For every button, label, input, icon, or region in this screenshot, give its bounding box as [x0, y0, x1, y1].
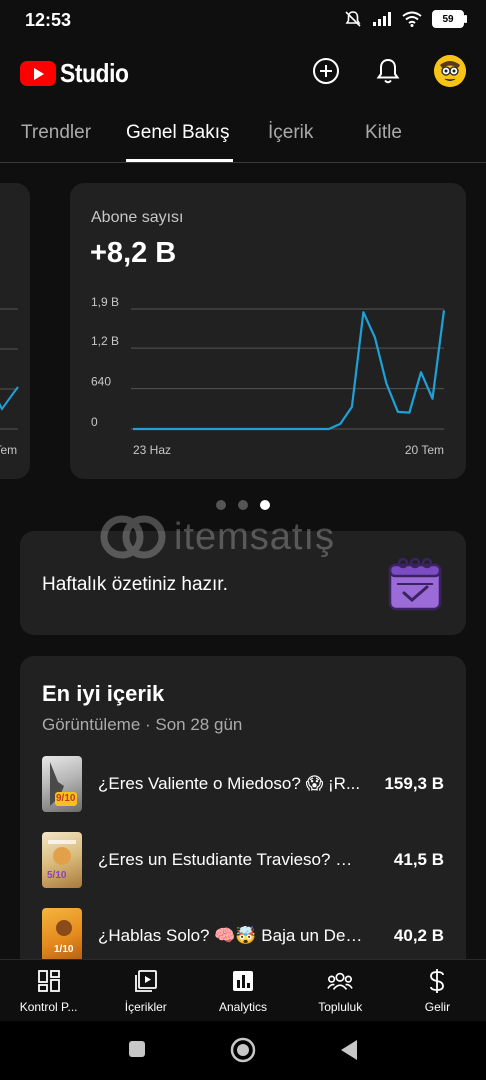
x-tick-label-start: 23 Haz	[133, 443, 171, 457]
nav-content[interactable]: İçerikler	[97, 960, 194, 1022]
subscribers-series-line	[133, 310, 446, 431]
video-thumbnail: 5/10	[42, 832, 82, 888]
carousel-dot[interactable]	[238, 500, 248, 510]
subscribers-line-chart: 0 640 1,2 B 1,9 B 23 Haz 20 Tem	[91, 295, 446, 457]
thumbnail-score: 9/10	[56, 793, 76, 804]
carousel-indicator	[0, 500, 486, 510]
muted-bell-icon	[345, 11, 361, 27]
analytics-icon	[233, 971, 253, 991]
recent-apps-icon[interactable]	[128, 1040, 146, 1058]
tab-overview[interactable]: Genel Bakış	[126, 122, 230, 144]
content-item-title: ¿Eres un Estudiante Travieso? 😁 ...	[98, 850, 368, 869]
community-icon	[327, 972, 353, 990]
nav-label: İçerikler	[124, 1000, 167, 1014]
tab-trends[interactable]: Trendler	[21, 122, 91, 144]
avatar-image-icon	[434, 55, 466, 87]
add-circle-icon	[313, 58, 339, 84]
create-button[interactable]	[310, 55, 342, 87]
app-name: Studio	[60, 58, 129, 88]
watermark-text: itemsatış	[174, 515, 336, 558]
content-item-title: ¿Eres Valiente o Miedoso? 😱 ¡R...	[98, 774, 361, 793]
wifi-icon	[402, 11, 422, 27]
content-item[interactable]: 9/10 ¿Eres Valiente o Miedoso? 😱 ¡R... 1…	[42, 756, 444, 812]
active-tab-indicator	[126, 159, 233, 162]
nav-analytics[interactable]: Analytics	[194, 960, 291, 1022]
previous-chart: 20 Tem	[0, 308, 19, 457]
tab-content[interactable]: İçerik	[268, 122, 313, 144]
top-content-title: En iyi içerik	[42, 681, 165, 706]
video-thumbnail: 1/10	[42, 908, 82, 964]
tab-audience[interactable]: Kitle	[365, 122, 402, 144]
x-tick-label-end: 20 Tem	[405, 443, 444, 457]
battery-level: 59	[442, 13, 454, 25]
content-item[interactable]: 5/10 ¿Eres un Estudiante Travieso? 😁 ...…	[42, 832, 444, 888]
youtube-studio-logo[interactable]: Studio	[20, 58, 138, 89]
carousel-dot-active[interactable]	[260, 500, 270, 510]
calendar-check-icon	[388, 557, 442, 611]
y-tick-label: 1,2 B	[91, 334, 119, 348]
top-content-subtitle: Görüntüleme · Son 28 gün	[42, 715, 243, 734]
bottom-navigation: Kontrol P... İçerikler Analytics Toplulu…	[0, 959, 486, 1022]
dashboard-icon	[37, 970, 60, 992]
avatar[interactable]	[434, 55, 466, 87]
home-icon[interactable]	[230, 1037, 256, 1063]
subscribers-chart-card[interactable]: Abone sayısı +8,2 B 0 640 1,2 B 1,9 B 23 Ha…	[70, 183, 466, 479]
content-item-title: ¿Hablas Solo? 🧠🤯 Baja un Ded...	[98, 926, 368, 945]
notifications-button[interactable]	[372, 55, 404, 87]
watermark: itemsatış	[100, 515, 335, 559]
previous-chart-card[interactable]: 20 Tem	[0, 183, 30, 479]
nav-label: Kontrol P...	[19, 1000, 78, 1014]
thumbnail-score: 5/10	[47, 870, 67, 881]
nav-label: Topluluk	[318, 1000, 363, 1014]
nav-label: Analytics	[218, 1000, 268, 1014]
status-icons: 59	[344, 10, 467, 28]
bell-icon	[376, 58, 400, 84]
y-tick-label: 640	[91, 375, 111, 389]
nav-community[interactable]: Topluluk	[292, 960, 389, 1022]
battery-icon: 59	[432, 10, 467, 28]
app-header: Studio	[0, 40, 486, 104]
top-content-card: En iyi içerik Görüntüleme · Son 28 gün 9…	[20, 656, 466, 986]
thumbnail-score: 1/10	[54, 944, 74, 955]
signal-icon	[373, 12, 391, 26]
video-library-icon	[134, 970, 157, 992]
content-item-views: 41,5 B	[393, 850, 444, 869]
watermark-logo-icon	[100, 515, 166, 559]
tab-bar: Trendler Genel Bakış İçerik Kitle	[0, 104, 486, 163]
status-time: 12:53	[25, 10, 72, 30]
weekly-summary-text: Haftalık özetiniz hazır.	[42, 574, 228, 595]
status-bar: 12:53 59	[0, 0, 486, 40]
y-tick-label: 1,9 B	[91, 295, 119, 309]
system-navigation-bar	[0, 1021, 486, 1080]
content-item-views: 159,3 B	[384, 774, 444, 793]
dollar-icon	[430, 969, 445, 993]
y-tick-label: 0	[91, 415, 98, 429]
back-icon[interactable]	[340, 1039, 358, 1061]
header-actions	[310, 55, 466, 87]
previous-chart-line	[0, 386, 19, 411]
nav-dashboard[interactable]: Kontrol P...	[0, 960, 97, 1022]
thumbnail-art-icon	[56, 920, 72, 936]
content-item-views: 40,2 B	[393, 926, 444, 945]
youtube-play-icon	[20, 61, 56, 86]
previous-chart-x-label: 20 Tem	[0, 443, 17, 457]
carousel-dot[interactable]	[216, 500, 226, 510]
nav-label: Gelir	[424, 1000, 451, 1014]
content-item[interactable]: 1/10 ¿Hablas Solo? 🧠🤯 Baja un Ded... 40,…	[42, 908, 444, 964]
nav-earn[interactable]: Gelir	[389, 960, 486, 1022]
video-thumbnail: 9/10	[42, 756, 82, 812]
